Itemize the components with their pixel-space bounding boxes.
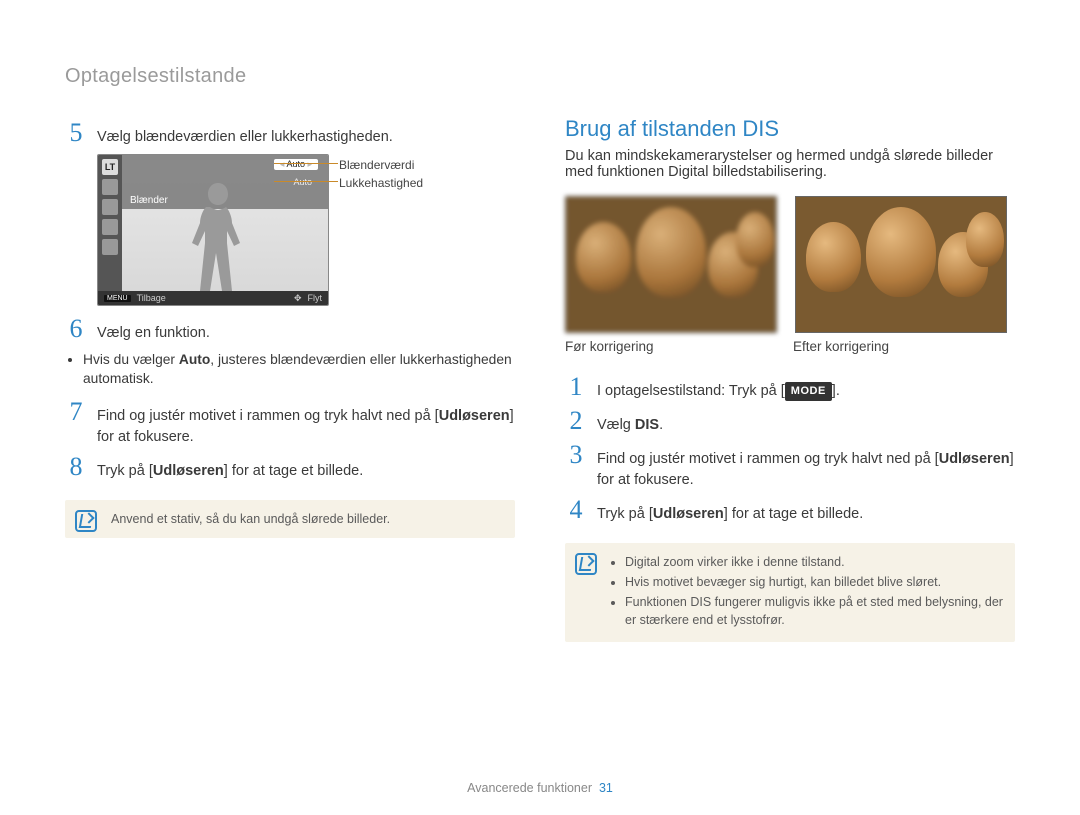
note-box-left: Anvend et stativ, så du kan undgå sløred… <box>65 500 515 538</box>
step-8: 8 Tryk på [Udløseren] for at tage et bil… <box>65 454 515 482</box>
callout-line-2 <box>274 181 338 182</box>
step-4: 4 Tryk på [Udløseren] for at tage et bil… <box>565 497 1015 525</box>
caption-before: Før korrigering <box>565 339 775 354</box>
step-number: 1 <box>565 374 587 400</box>
step-6: 6 Vælg en funktion. <box>65 316 515 344</box>
focus-icon <box>102 219 118 235</box>
step-number: 7 <box>65 399 87 425</box>
thermo-icon <box>102 179 118 195</box>
lt-badge: LT <box>102 159 118 175</box>
callout-shutter: Lukkehastighed <box>339 174 423 192</box>
note-icon <box>75 510 97 532</box>
move-label: Flyt <box>308 293 323 303</box>
footer-page-number: 31 <box>599 781 613 795</box>
menu-key: MENU <box>104 295 131 302</box>
step-7: 7 Find og justér motivet i rammen og try… <box>65 399 515 448</box>
step-text: Tryk på [Udløseren] for at tage et bille… <box>97 461 515 482</box>
content-columns: 5 Vælg blændeværdien eller lukkerhastigh… <box>65 116 1015 642</box>
comparison-images <box>565 196 1015 333</box>
step-number: 4 <box>565 497 587 523</box>
step-text: Find og justér motivet i rammen og tryk … <box>97 406 515 448</box>
step-text: Vælg en funktion. <box>97 323 515 344</box>
breadcrumb: Optagelsestilstande <box>65 65 1015 88</box>
flash-off-icon <box>102 239 118 255</box>
note-item: Hvis motivet bevæger sig hurtigt, kan bi… <box>625 573 1003 591</box>
camera-footer: MENU Tilbage ✥ Flyt <box>98 291 328 305</box>
step-number: 5 <box>65 120 87 146</box>
cam-row-1: Auto <box>122 155 328 173</box>
caption-row: Før korrigering Efter korrigering <box>565 339 1015 354</box>
note-item: Funktionen DIS fungerer muligvis ikke på… <box>625 593 1003 629</box>
step-1: 1 I optagelsestilstand: Tryk på [MODE]. <box>565 374 1015 402</box>
step-number: 8 <box>65 454 87 480</box>
step-text: Vælg blændeværdien eller lukkerhastighed… <box>97 127 515 148</box>
person-silhouette-icon <box>188 183 248 293</box>
step-5: 5 Vælg blændeværdien eller lukkerhastigh… <box>65 120 515 148</box>
step-6-bullet: Hvis du vælger Auto, justeres blændeværd… <box>83 350 515 389</box>
intro-text: Du kan mindskekamerarystelser og hermed … <box>565 148 1015 180</box>
right-column: Brug af tilstanden DIS Du kan mindskekam… <box>565 116 1015 642</box>
camera-ui-mock: LT Auto Auto Blænder <box>97 154 342 306</box>
step-text: Find og justér motivet i rammen og tryk … <box>597 449 1015 491</box>
section-heading: Brug af tilstanden DIS <box>565 116 1015 142</box>
page-footer: Avancerede funktioner 31 <box>0 781 1080 795</box>
camera-screen: LT Auto Auto Blænder <box>97 154 329 306</box>
photo-after <box>795 196 1007 333</box>
step-text: Tryk på [Udløseren] for at tage et bille… <box>597 504 1015 525</box>
step-text: Vælg DIS. <box>597 415 1015 436</box>
callouts: Blænderværdi Lukkehastighed <box>339 156 423 192</box>
left-column: 5 Vælg blændeværdien eller lukkerhastigh… <box>65 116 515 642</box>
note-item: Digital zoom virker ikke i denne tilstan… <box>625 553 1003 571</box>
page: Optagelsestilstande 5 Vælg blændeværdien… <box>0 0 1080 815</box>
footer-section: Avancerede funktioner <box>467 781 592 795</box>
callout-aperture: Blænderværdi <box>339 156 423 174</box>
step-number: 6 <box>65 316 87 342</box>
step-text: I optagelsestilstand: Tryk på [MODE]. <box>597 381 1015 402</box>
step-number: 3 <box>565 442 587 468</box>
note-list: Digital zoom virker ikke i denne tilstan… <box>611 553 1003 630</box>
note-icon <box>575 553 597 575</box>
caption-after: Efter korrigering <box>793 339 1003 354</box>
mode-badge: MODE <box>785 382 832 401</box>
step-6-sublist: Hvis du vælger Auto, justeres blændeværd… <box>65 350 515 389</box>
move-icon: ✥ <box>294 293 302 304</box>
cam-row3-label: Blænder <box>130 195 168 206</box>
aperture-value-selector: Auto <box>274 159 318 170</box>
callout-line-1 <box>274 163 338 164</box>
step-number: 2 <box>565 408 587 434</box>
camera-left-icons: LT <box>98 155 122 291</box>
back-label: Tilbage <box>137 293 166 303</box>
note-box-right: Digital zoom virker ikke i denne tilstan… <box>565 543 1015 642</box>
shutter-value: Auto <box>287 177 318 187</box>
aperture-icon <box>102 199 118 215</box>
note-text: Anvend et stativ, så du kan undgå sløred… <box>111 512 390 526</box>
step-2: 2 Vælg DIS. <box>565 408 1015 436</box>
photo-before <box>565 196 777 333</box>
step-3: 3 Find og justér motivet i rammen og try… <box>565 442 1015 491</box>
